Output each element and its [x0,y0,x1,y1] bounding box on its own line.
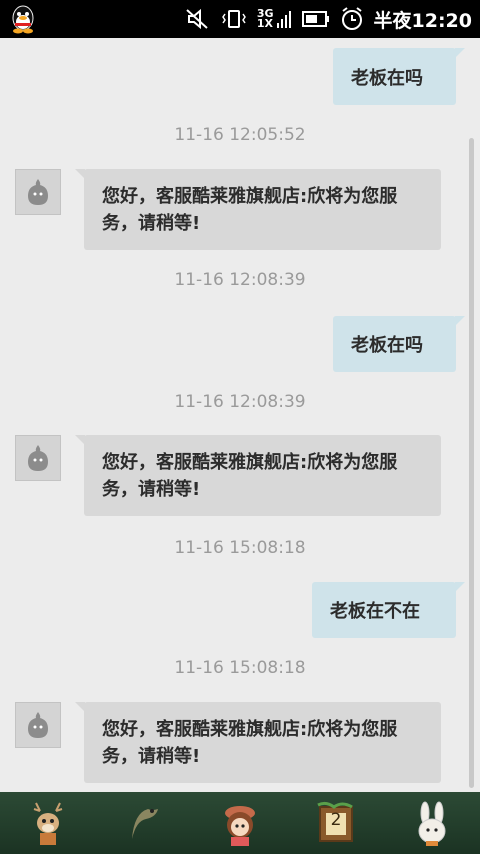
message-text: 老板在吗 [351,335,423,356]
service-avatar-icon [28,179,48,205]
timestamp: 11-16 12:08:39 [174,392,306,412]
status-time: 半夜12:20 [373,9,472,32]
message-text: 您好，客服酷莱雅旗舰店:欣将为您服务，请稍等! [102,719,398,767]
avatar[interactable] [15,169,61,215]
avatar[interactable] [15,435,61,481]
network-sub: 1X [256,17,273,30]
incoming-message[interactable]: 您好，客服酷莱雅旗舰店:欣将为您服务，请稍等! [75,169,441,250]
outgoing-message[interactable]: 老板在吗 [333,316,465,372]
message-text: 老板在吗 [351,67,423,89]
alarm-icon [340,7,364,30]
message-text: 您好，客服酷莱雅旗舰店:欣将为您服务，请稍等! [102,186,398,234]
timestamp: 11-16 12:08:39 [174,270,306,290]
timestamp: 11-16 12:05:52 [174,125,306,145]
chat-area[interactable]: 老板在吗 11-16 12:05:52 您好，客服酷莱雅旗舰店:欣将为您服务，请… [0,38,480,792]
mute-icon [185,8,211,30]
girl-icon[interactable] [214,797,266,849]
calendar-icon[interactable]: 2 [310,797,362,849]
battery-icon [301,8,330,30]
qq-penguin-icon[interactable] [8,4,38,34]
avatar[interactable] [15,702,61,748]
service-avatar-icon [28,712,48,738]
message-text: 老板在不在 [330,601,420,622]
lizard-icon[interactable] [118,797,170,849]
timestamp: 11-16 15:08:18 [174,658,306,678]
incoming-message[interactable]: 您好，客服酷莱雅旗舰店:欣将为您服务，请稍等! [75,435,441,516]
signal-icon: 3G 1X [257,8,292,30]
scrollbar[interactable] [469,138,474,788]
calendar-day: 2 [330,810,342,830]
bottom-bar: 2 [0,792,480,854]
timestamp: 11-16 15:08:18 [174,538,306,558]
incoming-message[interactable]: 您好，客服酷莱雅旗舰店:欣将为您服务，请稍等! [75,702,441,783]
vibrate-icon [221,8,247,30]
status-bar: 3G 1X 半夜12:20 [0,0,480,38]
outgoing-message[interactable]: 老板在吗 [333,48,465,105]
message-text: 您好，客服酷莱雅旗舰店:欣将为您服务，请稍等! [102,452,398,500]
rabbit-icon[interactable] [406,797,458,849]
service-avatar-icon [28,445,48,471]
outgoing-message[interactable]: 老板在不在 [312,582,465,638]
deer-icon[interactable] [22,797,74,849]
